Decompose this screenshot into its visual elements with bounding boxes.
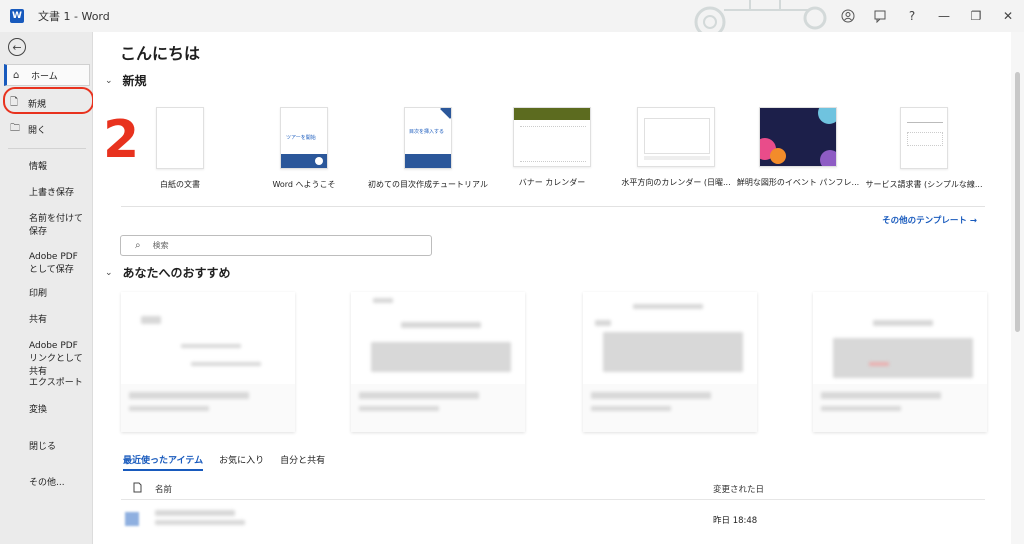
template-welcome-to-word[interactable]: ツアーを開始 Word へようこそ (239, 107, 369, 190)
document-title: 文書 1 - Word (38, 10, 110, 23)
template-vivid-shapes-brochure[interactable]: 鮮明な図形のイベント パンフレ... (733, 107, 863, 188)
file-list-tabs: 最近使ったアイテム お気に入り 自分と共有 (123, 453, 325, 471)
list-divider (121, 499, 985, 500)
recommended-card[interactable] (351, 292, 525, 432)
main-panel: こんにちは ⌄ 新規 2 白紙の文書 ツアーを開始 Word へようこそ 目次を… (93, 32, 1011, 544)
template-label: バナー カレンダー (518, 178, 586, 187)
sidebar-item-info[interactable]: 情報 (29, 161, 89, 174)
vertical-scrollbar[interactable] (1011, 32, 1024, 544)
sidebar-item-save-as-pdf[interactable]: Adobe PDF として保存 (29, 251, 89, 277)
template-banner-calendar[interactable]: バナー カレンダー (487, 107, 617, 188)
restore-button[interactable]: ❐ (960, 0, 992, 32)
home-icon: ⌂ (13, 69, 20, 81)
back-arrow-icon[interactable]: ← (8, 38, 26, 56)
column-header-name[interactable]: 名前 (155, 483, 172, 495)
sidebar-item-label: ホーム (31, 71, 58, 82)
sidebar-item-export[interactable]: エクスポート (29, 377, 89, 390)
more-templates-link[interactable]: その他のテンプレート → (882, 214, 977, 226)
table-row[interactable]: 昨日 18:48 (121, 504, 985, 534)
close-button[interactable]: ✕ (992, 0, 1024, 32)
sidebar-item-save-as[interactable]: 名前を付けて保存 (29, 213, 89, 239)
minimize-button[interactable]: — (928, 0, 960, 32)
template-blank-document[interactable]: 白紙の文書 (115, 107, 245, 190)
new-section-header[interactable]: ⌄ 新規 (105, 72, 147, 89)
sidebar-divider (8, 148, 86, 149)
recommended-card[interactable] (121, 292, 295, 432)
template-thumbnail: ツアーを開始 (280, 107, 328, 169)
chevron-down-icon: ⌄ (105, 75, 113, 86)
template-thumbnail (637, 107, 715, 167)
template-label: 鮮明な図形のイベント パンフレ... (736, 178, 860, 187)
sidebar-item-print[interactable]: 印刷 (29, 288, 89, 301)
tab-shared[interactable]: 自分と共有 (280, 453, 325, 471)
template-thumbnail (759, 107, 837, 167)
sidebar-item-label: 開く (28, 125, 47, 136)
recommended-section-title: あなたへのおすすめ (122, 266, 231, 280)
file-icon (125, 512, 139, 526)
annotation-red-circle (3, 87, 94, 114)
template-thumbnail: 目次を挿入する (404, 107, 452, 169)
thumb-text: 目次を挿入する (409, 129, 445, 135)
template-label: サービス請求書 (シンプルな線... (865, 180, 983, 189)
template-thumbnail (900, 107, 948, 169)
sidebar-item-transform[interactable]: 変換 (29, 404, 89, 417)
template-label: 水平方向のカレンダー (日曜... (621, 178, 731, 187)
sidebar-item-home[interactable]: ⌂ ホーム (4, 64, 90, 86)
sidebar-item-share-pdf-link[interactable]: Adobe PDF リンクとして共有 (29, 340, 89, 379)
sidebar-item-save[interactable]: 上書き保存 (29, 187, 89, 200)
backstage-sidebar: ← ⌂ ホーム 🗋 新規 🗀 開く 情報 上書き保存 名前を付けて保存 Adob… (0, 32, 94, 544)
page-title: こんにちは (120, 44, 201, 63)
template-thumbnail (156, 107, 204, 169)
account-icon[interactable] (832, 0, 864, 32)
template-label: 白紙の文書 (160, 180, 200, 189)
scrollbar-thumb[interactable] (1015, 72, 1020, 332)
chevron-down-icon: ⌄ (105, 267, 113, 278)
recommended-card[interactable] (813, 292, 987, 432)
template-label: 初めての目次作成チュートリアル (368, 180, 488, 189)
template-service-invoice[interactable]: サービス請求書 (シンプルな線... (859, 107, 989, 190)
arrow-icon (315, 157, 323, 165)
recommended-card[interactable] (583, 292, 757, 432)
title-bar: W 文書 1 - Word ? — ❐ ✕ (0, 0, 1024, 32)
feedback-icon[interactable] (864, 0, 896, 32)
thumb-text: ツアーを開始 (286, 135, 316, 141)
sidebar-item-share[interactable]: 共有 (29, 314, 89, 327)
file-modified-date: 昨日 18:48 (713, 516, 758, 526)
tab-favorites[interactable]: お気に入り (219, 453, 264, 471)
help-button[interactable]: ? (896, 0, 928, 32)
recommended-section-header[interactable]: ⌄ あなたへのおすすめ (105, 264, 231, 281)
word-app-icon: W (10, 9, 24, 23)
sidebar-item-open[interactable]: 🗀 開く (4, 118, 90, 140)
template-thumbnail (513, 107, 591, 167)
sidebar-item-close[interactable]: 閉じる (29, 441, 89, 454)
sidebar-item-more[interactable]: その他... (29, 477, 89, 490)
document-icon (133, 482, 142, 496)
template-toc-tutorial[interactable]: 目次を挿入する 初めての目次作成チュートリアル (363, 107, 493, 190)
search-input[interactable]: ⌕ 検索 (120, 235, 432, 256)
template-label: Word へようこそ (272, 180, 336, 189)
search-placeholder: 検索 (152, 241, 169, 250)
new-section-title: 新規 (122, 74, 147, 88)
column-header-modified[interactable]: 変更された日 (713, 483, 764, 495)
section-divider (121, 206, 985, 207)
folder-open-icon: 🗀 (10, 122, 20, 134)
tab-recent[interactable]: 最近使ったアイテム (123, 453, 204, 471)
decorative-circuit-graphic (694, 0, 827, 32)
template-horizontal-calendar[interactable]: 水平方向のカレンダー (日曜... (611, 107, 741, 188)
search-icon: ⌕ (135, 240, 141, 251)
